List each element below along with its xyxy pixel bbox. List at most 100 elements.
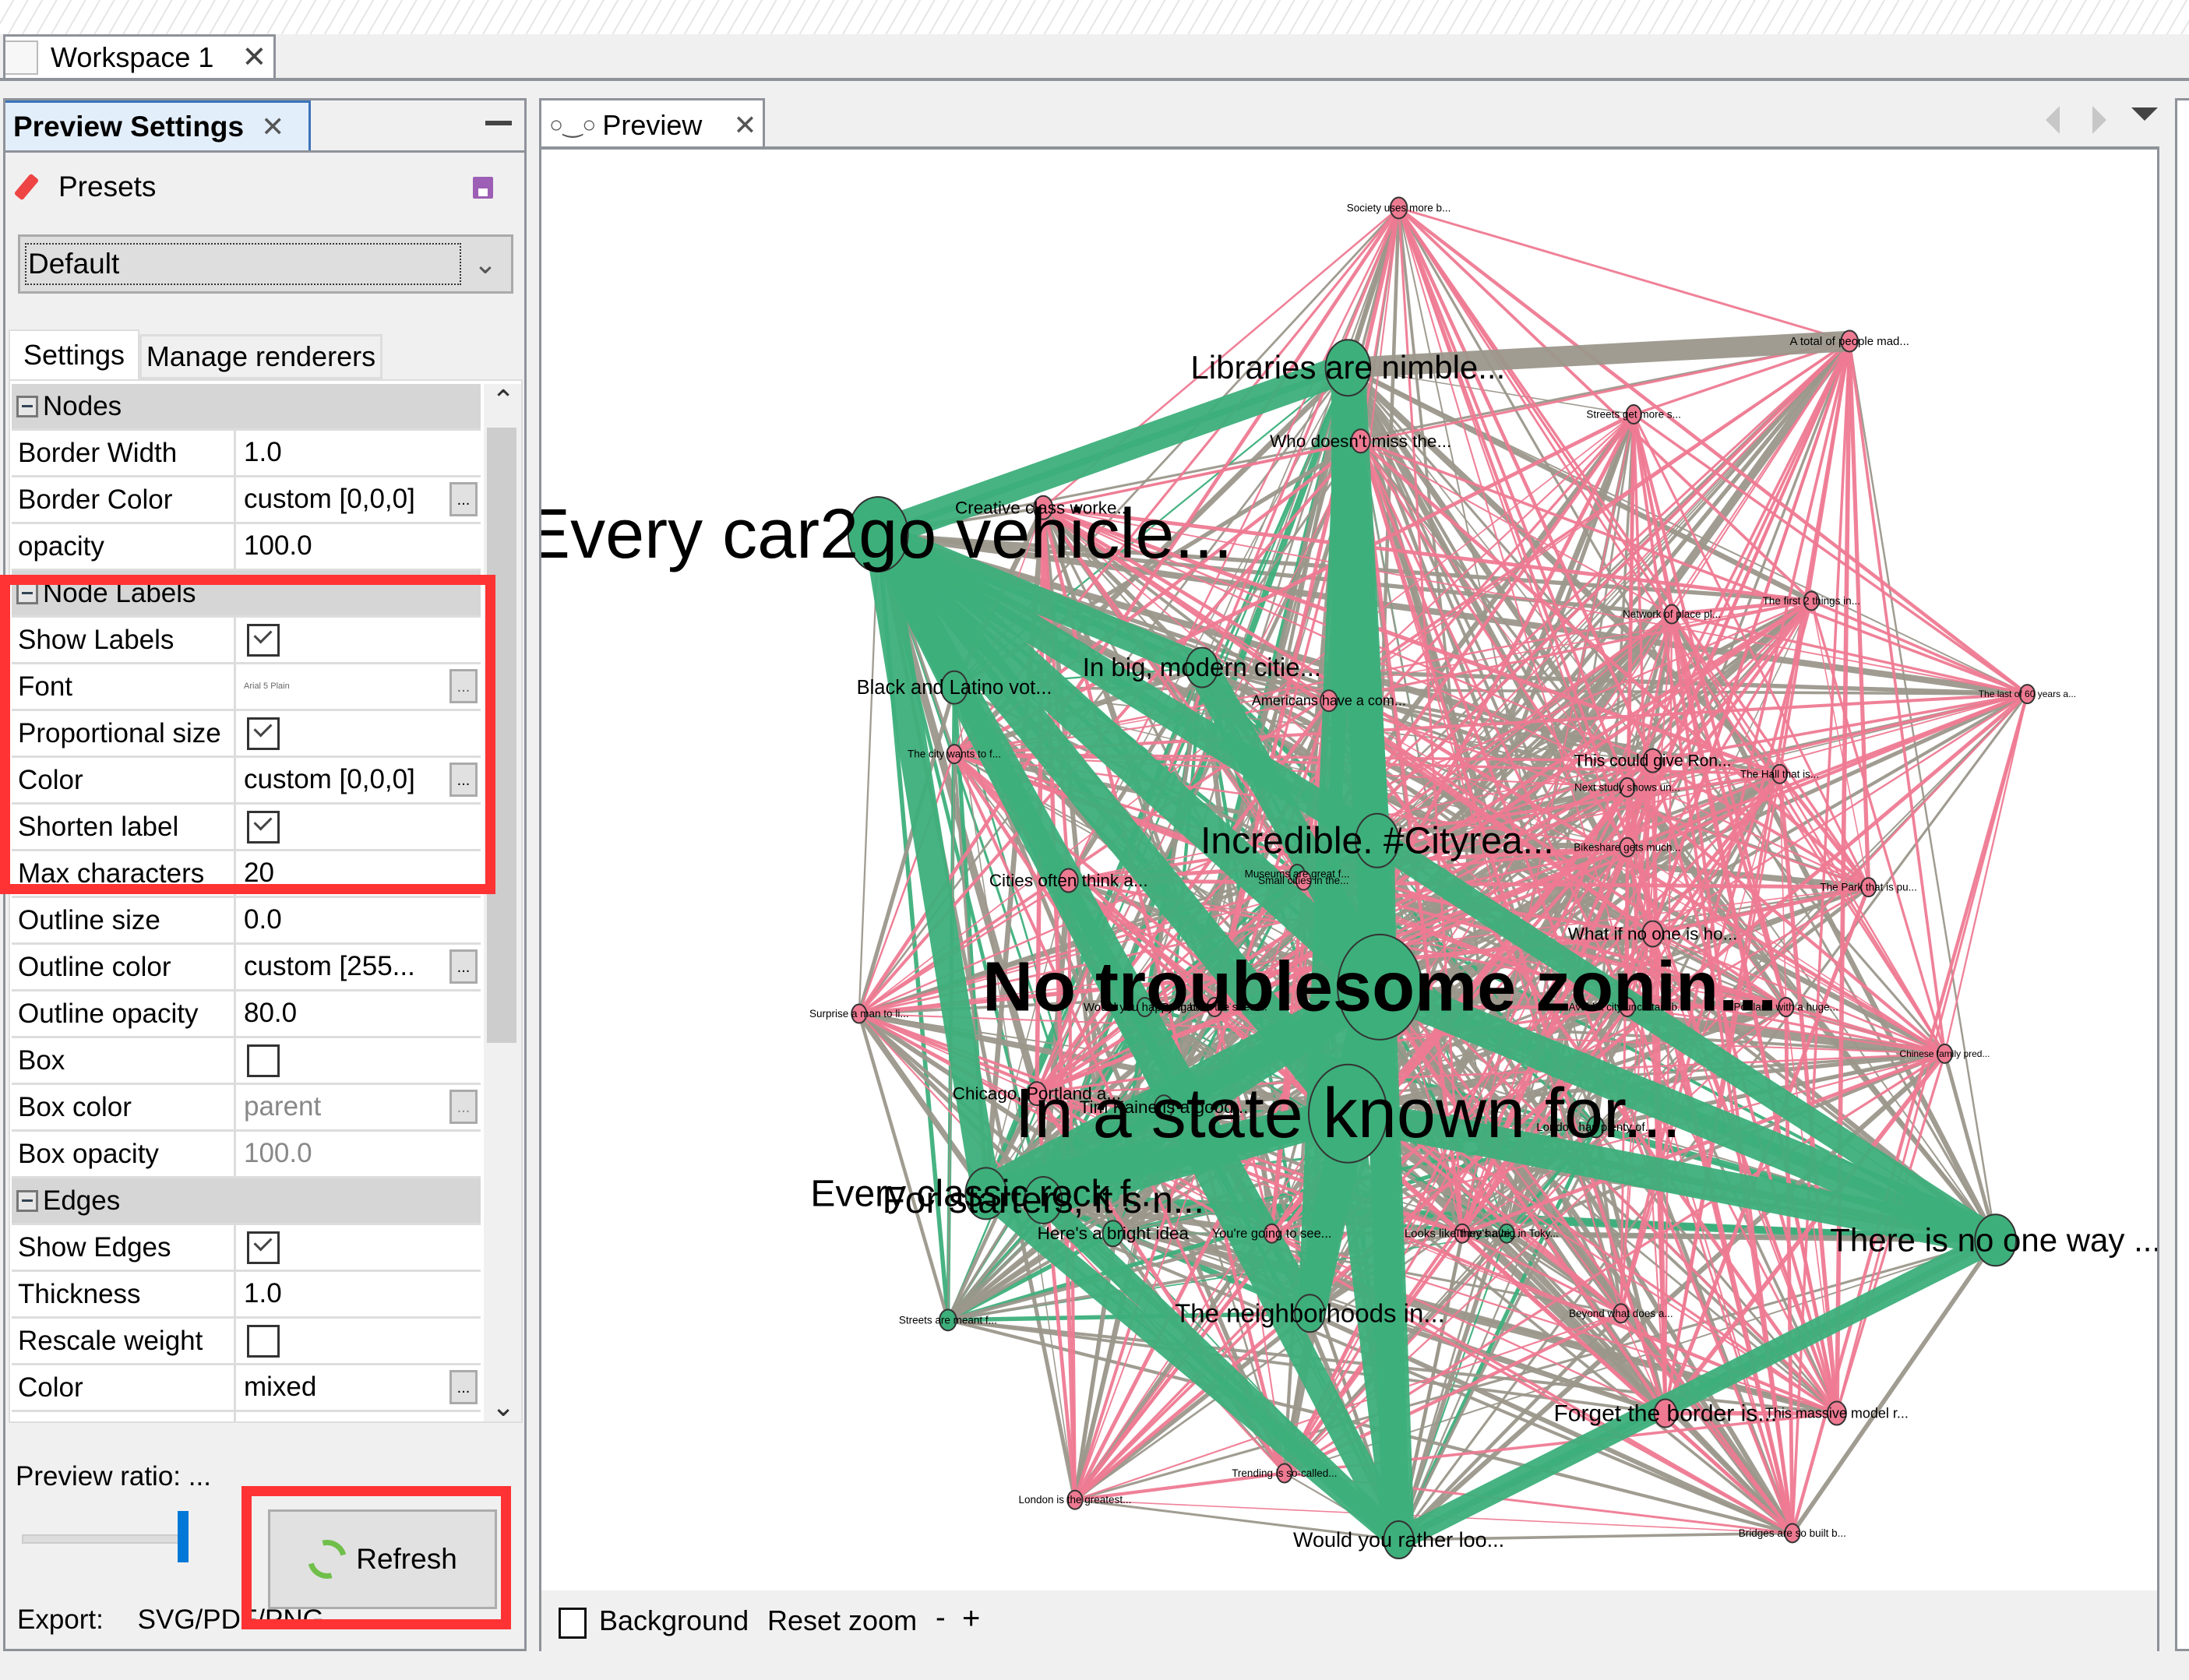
graph-svg[interactable]: Every car2go vehicle...Libraries are nim… — [541, 150, 2157, 1590]
close-icon[interactable]: ✕ — [261, 111, 284, 143]
pencil-icon — [13, 173, 40, 201]
property-value[interactable]: parent... — [236, 1085, 481, 1129]
section-title: Nodes — [43, 390, 122, 421]
close-icon[interactable]: ✕ — [241, 40, 266, 75]
collapsed-side-panel[interactable] — [2175, 98, 2189, 1651]
node-label: Looks like they have... — [1405, 1227, 1520, 1241]
checkbox[interactable] — [247, 1044, 280, 1077]
node-label: This massive model r... — [1765, 1406, 1909, 1421]
node-label: Trending is so-called... — [1232, 1467, 1337, 1479]
property-value[interactable] — [236, 1038, 481, 1083]
zoom-out-button[interactable]: - — [936, 1601, 946, 1635]
property-value[interactable]: 80.0 — [236, 991, 481, 1036]
scroll-left-icon[interactable] — [2046, 106, 2060, 134]
property-value-text: 1.0 — [244, 1278, 282, 1308]
property-value[interactable]: 0.0 — [236, 898, 481, 942]
node-label: Cities often think a... — [989, 871, 1148, 890]
background-checkbox[interactable] — [559, 1608, 587, 1639]
checkbox[interactable] — [247, 1231, 280, 1264]
property-value-text: 1.0 — [244, 437, 282, 467]
close-icon[interactable]: ✕ — [733, 109, 756, 142]
node-label: Surprise a man to li... — [809, 1008, 909, 1020]
property-value[interactable]: custom [0,0,0]... — [236, 477, 481, 522]
chevron-down-icon[interactable]: ⌄ — [492, 1390, 515, 1421]
node-label: Would you rather loo... — [1293, 1528, 1504, 1551]
node-label: Forget the border is... — [1553, 1401, 1777, 1427]
property-value[interactable]: custom [255...... — [236, 945, 481, 989]
property-value[interactable]: 1.0 — [236, 1272, 481, 1316]
checkbox[interactable] — [247, 1325, 280, 1358]
collapse-icon[interactable] — [16, 1189, 38, 1212]
property-value[interactable]: 100.0 — [236, 1412, 481, 1421]
property-name: Border Color — [12, 477, 236, 522]
node-label: Chicago, Portland a... — [953, 1084, 1121, 1104]
glasses-icon: ○‿○ — [549, 112, 597, 138]
property-value-text: 100.0 — [244, 1138, 312, 1168]
presets-header: Presets — [13, 171, 156, 203]
node-label: Incredible. #Cityrea... — [1200, 820, 1554, 861]
property-name: Box opacity — [12, 1132, 236, 1176]
node-label: In big, modern citie... — [1083, 653, 1321, 682]
node-label: Here's a bright idea — [1038, 1224, 1190, 1243]
zoom-in-button[interactable]: + — [962, 1601, 980, 1636]
preview-tab[interactable]: ○‿○ Preview ✕ — [539, 98, 765, 150]
property-value[interactable]: mixed... — [236, 1365, 481, 1410]
property-row: Opacity 100.0 — [12, 1412, 481, 1421]
property-value[interactable] — [236, 1225, 481, 1270]
tab-manage-renderers[interactable]: Manage renderers — [139, 334, 382, 379]
node-label: Next study shows un... — [1574, 781, 1680, 793]
section-title: Edges — [43, 1185, 121, 1216]
preset-select-value: Default — [25, 243, 461, 285]
workspace-tab-label: Workspace 1 — [51, 41, 214, 73]
edge — [858, 534, 879, 1014]
property-value-text: custom [0,0,0] — [244, 484, 415, 514]
chevron-up-icon[interactable]: ⌃ — [492, 384, 515, 417]
property-sheet: Nodes Border Width 1.0 Border Color custom [… — [9, 379, 523, 1423]
node-label: Black and Latino vot... — [857, 677, 1052, 699]
property-name: Outline size — [12, 898, 236, 942]
workspace-tab[interactable]: Workspace 1 ✕ — [3, 34, 276, 78]
tab-settings[interactable]: Settings — [9, 329, 139, 379]
property-value[interactable]: 1.0 — [236, 431, 481, 475]
property-name: Opacity — [12, 1412, 236, 1421]
property-value[interactable]: 100.0 — [236, 1132, 481, 1176]
node-label: Avoid a city uncertain b... — [1569, 1002, 1687, 1013]
reset-zoom-button[interactable]: Reset zoom — [767, 1604, 917, 1637]
slider-thumb[interactable] — [178, 1511, 189, 1562]
node-label: The neighborhoods in... — [1175, 1298, 1445, 1327]
node-label: Americans have a com... — [1252, 693, 1406, 709]
collapse-icon[interactable] — [16, 395, 38, 417]
preview-settings-tab[interactable]: Preview Settings ✕ — [5, 100, 311, 150]
preview-panel: Every car2go vehicle... Libraries are nim… — [539, 146, 2159, 1651]
ellipsis-button[interactable]: ... — [449, 1370, 478, 1404]
preset-select[interactable]: Default ⌄ — [18, 234, 513, 294]
property-row: Outline opacity 80.0 — [12, 991, 481, 1038]
background-label: Background — [599, 1604, 749, 1636]
tab-list-dropdown-icon[interactable] — [2131, 107, 2158, 121]
minimize-icon[interactable] — [485, 121, 512, 125]
property-name: Color — [12, 1365, 236, 1410]
property-value-text: custom [255... — [244, 951, 415, 981]
node-label: The first 2 things in... — [1763, 595, 1860, 607]
property-value[interactable]: 100.0 — [236, 524, 481, 569]
node-label: There is no one way ... — [1830, 1221, 2157, 1258]
property-name: Rescale weight — [12, 1319, 236, 1363]
save-icon[interactable] — [473, 177, 493, 199]
property-name: Border Width — [12, 431, 236, 475]
section-header[interactable]: Edges — [12, 1178, 481, 1225]
title-bar-hatch — [0, 0, 2189, 34]
property-value-text: parent — [244, 1091, 322, 1122]
ellipsis-button[interactable]: ... — [449, 949, 478, 984]
ellipsis-button[interactable]: ... — [449, 1090, 478, 1124]
property-value[interactable] — [236, 1319, 481, 1363]
ellipsis-button[interactable]: ... — [449, 482, 478, 516]
section-header[interactable]: Nodes — [12, 384, 481, 431]
vertical-scrollbar[interactable]: ⌃ ⌄ — [484, 384, 521, 1421]
graph-canvas[interactable]: Every car2go vehicle... Libraries are nim… — [541, 150, 2157, 1590]
property-row: Thickness 1.0 — [12, 1272, 481, 1319]
preview-ratio-slider[interactable] — [22, 1534, 187, 1544]
node-label: Bikeshare gets much... — [1574, 841, 1680, 853]
property-row: Border Color custom [0,0,0]... — [12, 477, 481, 524]
scroll-right-icon[interactable] — [2092, 106, 2106, 134]
node-labels-highlight — [0, 575, 495, 894]
